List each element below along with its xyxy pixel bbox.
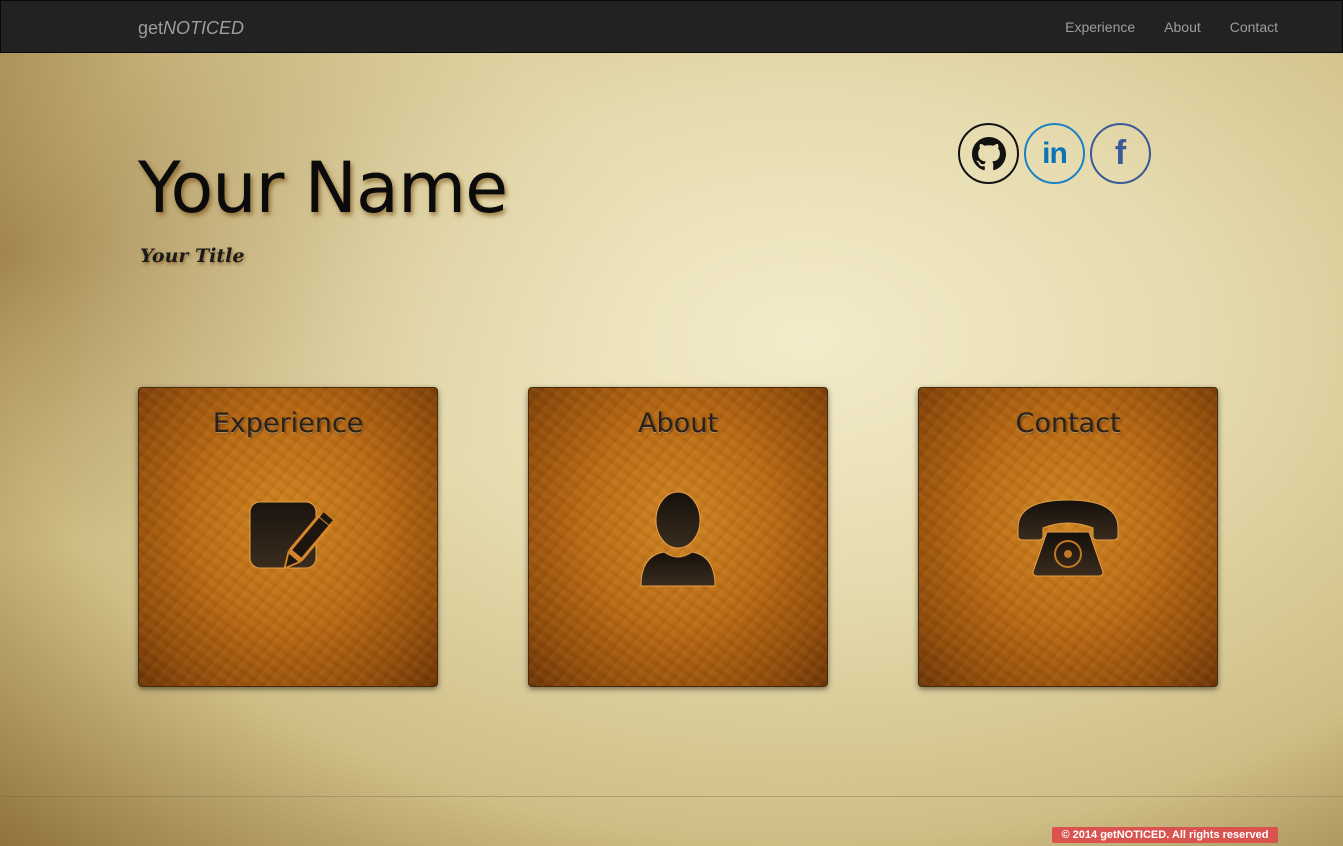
facebook-icon: f — [1114, 134, 1127, 172]
github-icon — [971, 136, 1006, 170]
card-title: Experience — [212, 408, 364, 439]
facebook-button[interactable]: f — [1090, 123, 1151, 184]
copyright-badge: © 2014 getNOTICED. All rights reserved — [1052, 827, 1278, 843]
phone-icon — [1013, 488, 1123, 593]
social-links: in f — [958, 123, 1156, 184]
brand-suffix: NOTICED — [163, 18, 245, 38]
github-button[interactable] — [958, 123, 1019, 184]
nav-menu: Experience About Contact — [1036, 1, 1278, 52]
card-title: About — [638, 408, 718, 439]
user-icon — [628, 488, 728, 593]
top-navbar: getNOTICED Experience About Contact — [0, 0, 1343, 53]
footer-divider — [0, 796, 1343, 797]
edit-pencil-icon — [238, 488, 338, 593]
hero-title: Your Title — [140, 245, 245, 267]
card-title: Contact — [1015, 408, 1121, 439]
brand-prefix: get — [138, 18, 164, 38]
nav-link-about[interactable]: About — [1164, 19, 1201, 35]
brand-logo[interactable]: getNOTICED — [138, 18, 244, 38]
linkedin-icon: in — [1042, 136, 1068, 170]
linkedin-button[interactable]: in — [1024, 123, 1085, 184]
card-contact[interactable]: Contact — [918, 387, 1218, 687]
hero-name: Your Name — [138, 147, 508, 229]
card-experience[interactable]: Experience — [138, 387, 438, 687]
nav-link-experience[interactable]: Experience — [1065, 19, 1135, 35]
card-about[interactable]: About — [528, 387, 828, 687]
nav-link-contact[interactable]: Contact — [1230, 19, 1278, 35]
